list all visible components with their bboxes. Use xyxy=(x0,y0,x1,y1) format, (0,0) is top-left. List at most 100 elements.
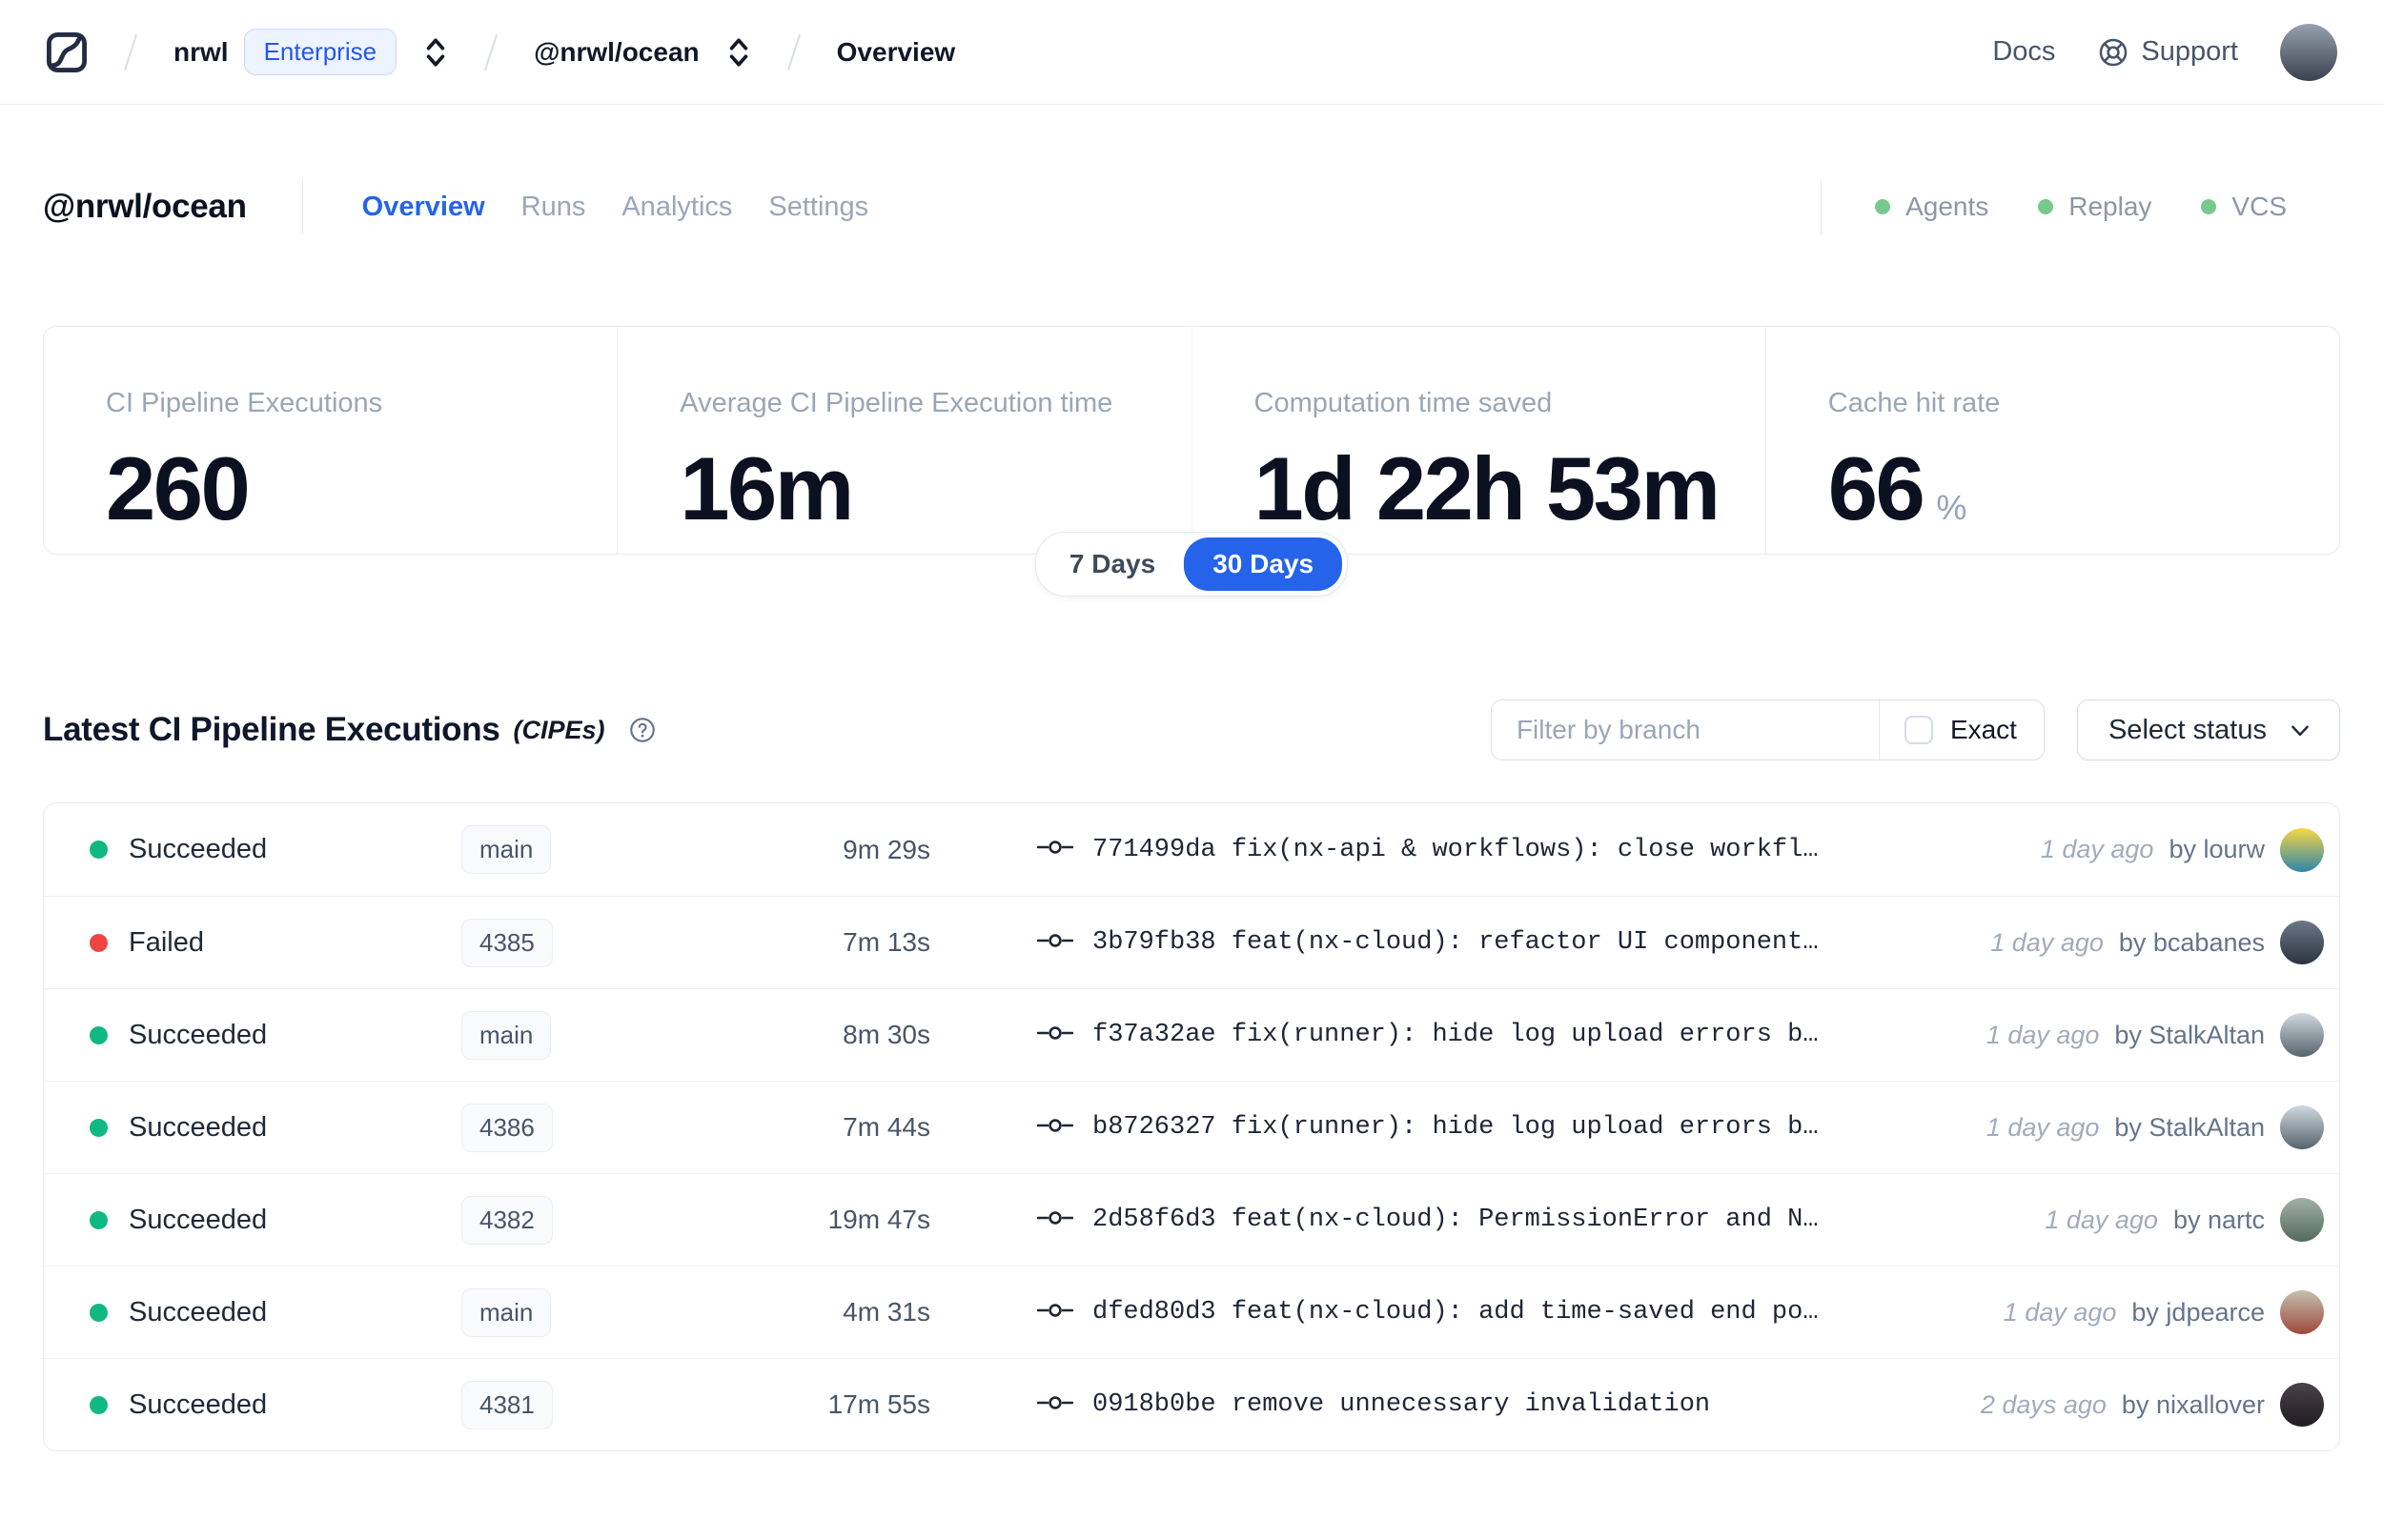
commit-cell: b8726327 fix(runner): hide log upload er… xyxy=(1037,1112,1967,1144)
header-divider xyxy=(1821,179,1823,234)
table-row[interactable]: Succeeded 4381 17m 55s 0918b0be remove unne… xyxy=(44,1358,2339,1450)
nav-actions: Docs Support xyxy=(1992,23,2337,81)
range-7-days-button[interactable]: 7 Days xyxy=(1041,537,1184,591)
meta-cell: 2 days ago by nixallover xyxy=(1962,1383,2324,1427)
succeeded-dot xyxy=(90,1303,108,1322)
table-row[interactable]: Succeeded main 8m 30s f37a32ae fix(runner):… xyxy=(44,988,2339,1081)
status-label: Failed xyxy=(129,926,204,958)
help-icon[interactable] xyxy=(628,716,657,744)
status-label: VCS xyxy=(2231,192,2287,221)
tab-overview[interactable]: Overview xyxy=(362,192,485,223)
cipe-filters: Exact Select status xyxy=(1490,699,2340,760)
exact-checkbox[interactable] xyxy=(1904,716,1933,744)
branch-filter-input[interactable] xyxy=(1491,700,1879,760)
commit-message: dfed80d3 feat(nx-cloud): add time-saved … xyxy=(1092,1298,1819,1327)
lifebuoy-icon xyxy=(2100,38,2128,66)
status-agents[interactable]: Agents xyxy=(1875,192,1988,222)
author: by nartc xyxy=(2172,1205,2265,1234)
author: by nixallover xyxy=(2121,1389,2265,1419)
duration: 4m 31s xyxy=(843,1297,930,1327)
time-ago: 1 day ago xyxy=(2045,1205,2158,1234)
status-dot xyxy=(1875,199,1891,214)
stat-card-value-row: 1d 22h 53m xyxy=(1254,444,1765,534)
duration: 8m 30s xyxy=(843,1020,930,1049)
branch-badge: 4382 xyxy=(461,1195,553,1245)
status-label: Succeeded xyxy=(129,1388,268,1420)
nx-cloud-logo[interactable] xyxy=(46,31,88,73)
commit-cell: dfed80d3 feat(nx-cloud): add time-saved … xyxy=(1037,1297,1985,1328)
stat-card-value-row: 66% xyxy=(1828,444,2339,534)
table-row[interactable]: Succeeded main 4m 31s dfed80d3 feat(nx-clou… xyxy=(44,1266,2339,1358)
branch-cell: main xyxy=(461,1010,662,1060)
commit-message: 0918b0be remove unnecessary invalidation xyxy=(1092,1390,1711,1419)
org-name: nrwl xyxy=(173,36,229,67)
branch-cell: main xyxy=(461,1287,662,1337)
status-select-button[interactable]: Select status xyxy=(2076,699,2340,760)
breadcrumb-separator xyxy=(786,33,801,71)
breadcrumb-separator xyxy=(483,33,499,71)
breadcrumb-org[interactable]: nrwl Enterprise xyxy=(173,29,448,75)
table-row[interactable]: Succeeded 4382 19m 47s 2d58f6d3 feat(nx-clo… xyxy=(44,1173,2339,1266)
stat-cards: CI Pipeline Executions 260 Average CI Pipe… xyxy=(43,326,2340,555)
meta-cell: 1 day ago by nartc xyxy=(2026,1198,2324,1242)
branch-cell: 4386 xyxy=(461,1103,662,1152)
tab-analytics[interactable]: Analytics xyxy=(621,192,732,223)
succeeded-dot xyxy=(90,1395,108,1414)
branch-badge: 4386 xyxy=(461,1103,553,1152)
time-ago: 1 day ago xyxy=(1990,927,2104,957)
stat-card-label: CI Pipeline Executions xyxy=(106,388,383,418)
nx-cloud-logo-icon xyxy=(47,31,87,72)
git-commit-icon xyxy=(1037,933,1074,947)
duration: 7m 44s xyxy=(843,1112,930,1142)
breadcrumb: nrwl Enterprise @nrwl/ocean Overview xyxy=(46,29,955,75)
table-row[interactable]: Failed 4385 7m 13s 3b79fb38 feat(nx-cloud):… xyxy=(44,896,2339,988)
stat-card-suffix: % xyxy=(1936,488,1967,527)
support-link[interactable]: Support xyxy=(2097,36,2238,69)
status-cell: Succeeded xyxy=(90,1020,461,1051)
tab-runs[interactable]: Runs xyxy=(521,192,586,223)
commit-cell: 3b79fb38 feat(nx-cloud): refactor UI com… xyxy=(1037,927,1971,959)
tab-settings[interactable]: Settings xyxy=(768,192,868,223)
succeeded-dot xyxy=(90,1025,108,1044)
commit-cell: 2d58f6d3 feat(nx-cloud): PermissionError… xyxy=(1037,1205,2026,1236)
stat-card: Computation time saved 1d 22h 53m xyxy=(1191,327,1765,554)
enterprise-badge: Enterprise xyxy=(243,29,397,75)
stat-card-value: 260 xyxy=(106,438,251,538)
chevron-up-down-icon[interactable] xyxy=(423,36,448,69)
commit-message: b8726327 fix(runner): hide log upload er… xyxy=(1092,1113,1819,1142)
status-dot xyxy=(2038,199,2054,214)
commit-cell: f37a32ae fix(runner): hide log upload er… xyxy=(1037,1020,1967,1051)
status-select-label: Select status xyxy=(2108,714,2267,745)
status-label: Succeeded xyxy=(129,1111,268,1143)
table-row[interactable]: Succeeded main 9m 29s 771499da fix(nx-api &… xyxy=(44,803,2339,896)
docs-link[interactable]: Docs xyxy=(1992,36,2055,68)
status-dot xyxy=(2201,199,2217,214)
author: by StalkAltan xyxy=(2114,1020,2265,1049)
cipe-section-header: Latest CI Pipeline Executions (CIPEs) Ex… xyxy=(43,699,2340,760)
status-replay[interactable]: Replay xyxy=(2038,192,2151,222)
breadcrumb-workspace[interactable]: @nrwl/ocean xyxy=(534,36,751,69)
failed-dot xyxy=(90,933,108,952)
branch-badge: main xyxy=(461,1287,552,1337)
status-vcs[interactable]: VCS xyxy=(2201,192,2287,222)
branch-badge: 4385 xyxy=(461,918,553,967)
row-avatar xyxy=(2280,1383,2324,1427)
table-row[interactable]: Succeeded 4386 7m 44s b8726327 fix(runner):… xyxy=(44,1081,2339,1173)
chevron-down-icon xyxy=(2291,725,2309,737)
time-ago: 2 days ago xyxy=(1980,1389,2107,1419)
commit-message: 771499da fix(nx-api & workflows): close … xyxy=(1092,835,1819,864)
cipe-table: Succeeded main 9m 29s 771499da fix(nx-api &… xyxy=(43,802,2340,1451)
author: by lourw xyxy=(2169,835,2265,863)
support-label: Support xyxy=(2141,36,2238,67)
header-right: Agents Replay VCS xyxy=(1821,179,2340,234)
user-avatar[interactable] xyxy=(2280,23,2337,81)
status-label: Succeeded xyxy=(129,1204,268,1235)
docs-label: Docs xyxy=(1992,36,2056,67)
git-commit-icon xyxy=(1037,1297,1074,1328)
chevron-up-down-icon[interactable] xyxy=(726,36,751,69)
row-avatar xyxy=(2280,1013,2324,1057)
exact-label: Exact xyxy=(1949,715,2017,744)
duration: 9m 29s xyxy=(843,834,930,864)
branch-badge: main xyxy=(461,1010,552,1060)
range-30-days-button[interactable]: 30 Days xyxy=(1184,537,1343,591)
